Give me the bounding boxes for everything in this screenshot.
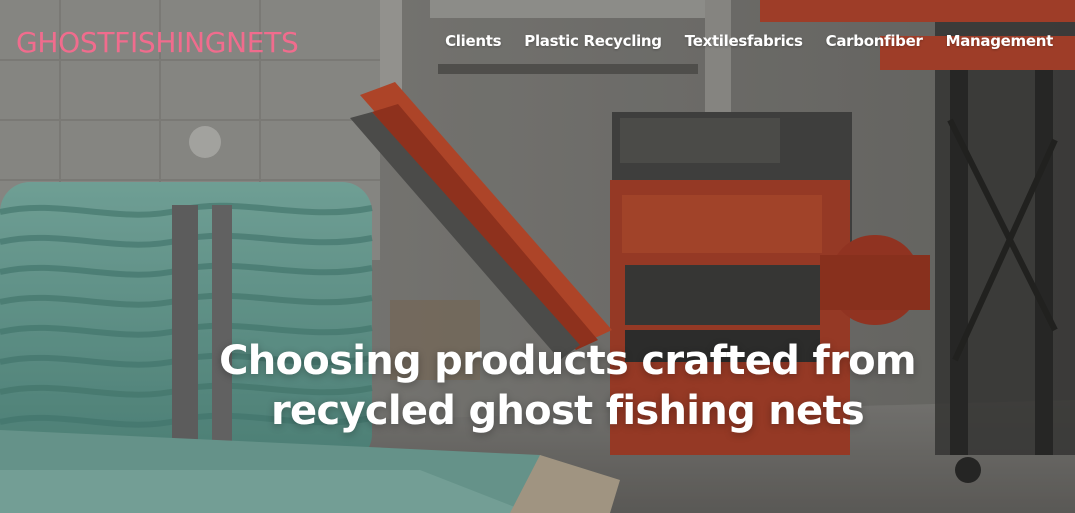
hero-dark-overlay	[0, 0, 1075, 513]
brand-logo[interactable]: GHOSTFISHINGNETS	[16, 26, 299, 60]
hero-headline: Choosing products crafted from recycled …	[150, 336, 985, 436]
hero-headline-line-1: Choosing products crafted from	[219, 338, 916, 384]
top-navigation: Clients Plastic Recycling Textilesfabric…	[445, 30, 1053, 52]
hero-section: GHOSTFISHINGNETS Clients Plastic Recycli…	[0, 0, 1075, 513]
nav-link-clients[interactable]: Clients	[445, 30, 501, 52]
hero-headline-line-2: recycled ghost fishing nets	[271, 388, 865, 434]
nav-link-carbonfiber[interactable]: Carbonfiber	[826, 30, 923, 52]
nav-link-textilesfabrics[interactable]: Textilesfabrics	[685, 30, 803, 52]
nav-link-plastic-recycling[interactable]: Plastic Recycling	[524, 30, 662, 52]
nav-link-management[interactable]: Management	[946, 30, 1054, 52]
